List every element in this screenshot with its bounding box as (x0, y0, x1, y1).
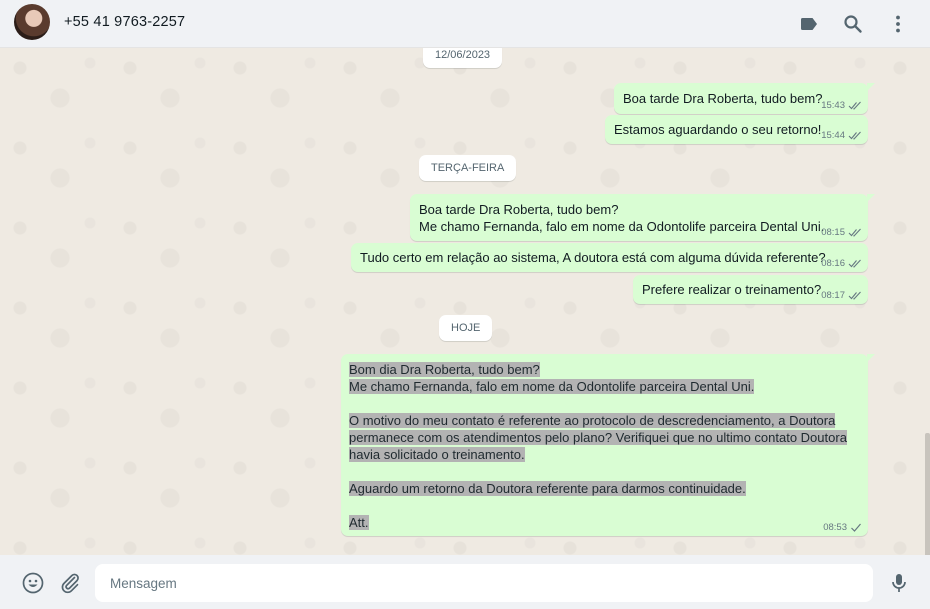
message-bubble[interactable]: Estamos aguardando o seu retorno! 15:44 (605, 115, 868, 144)
date-label: TERÇA-FEIRA (419, 155, 517, 181)
bubble-tail (867, 83, 875, 91)
bubble-tail (867, 354, 875, 362)
message-meta: 08:16 (821, 258, 862, 269)
message-text: Boa tarde Dra Roberta, tudo bem? (623, 91, 823, 106)
message-bubble[interactable]: Boa tarde Dra Roberta, tudo bem? Me cham… (410, 194, 875, 241)
double-check-icon (848, 101, 861, 110)
message-time: 08:17 (821, 290, 845, 301)
chat-header: +55 41 9763-2257 (0, 0, 930, 48)
message-line: Me chamo Fernanda, falo em nome da Odont… (349, 379, 755, 394)
message-text: Tudo certo em relação ao sistema, A dout… (360, 250, 826, 265)
message-time: 08:15 (821, 227, 845, 238)
message-bubble[interactable]: Tudo certo em relação ao sistema, A dout… (351, 243, 868, 272)
selected-message-text[interactable]: Bom dia Dra Roberta, tudo bem? Me chamo … (349, 361, 847, 531)
message-text: Boa tarde Dra Roberta, tudo bem? Me cham… (419, 202, 825, 234)
message-line: Bom dia Dra Roberta, tudo bem? (349, 362, 540, 377)
label-icon[interactable] (797, 12, 821, 36)
message-line: O motivo do meu contato é referente ao p… (349, 413, 836, 428)
message-meta: 08:15 (821, 227, 862, 238)
attach-icon[interactable] (58, 571, 82, 595)
message-time: 08:16 (821, 258, 845, 269)
single-check-icon (851, 523, 861, 532)
contact-name[interactable]: +55 41 9763-2257 (64, 14, 185, 30)
double-check-icon (848, 259, 861, 268)
double-check-icon (848, 228, 861, 237)
message-text: Estamos aguardando o seu retorno! (614, 122, 822, 137)
message-text: Prefere realizar o treinamento? (642, 282, 822, 297)
bubble-tail (867, 194, 875, 202)
message-line: Aguardo um retorno da Doutora referente … (349, 481, 746, 496)
message-bubble[interactable]: Prefere realizar o treinamento? 08:17 (633, 275, 868, 304)
double-check-icon (848, 131, 861, 140)
message-time: 15:44 (821, 130, 845, 141)
date-label: 12/06/2023 (423, 48, 503, 68)
message-meta: 08:17 (821, 290, 862, 301)
chat-messages[interactable]: 12/06/2023 Boa tarde Dra Roberta, tudo b… (0, 48, 930, 555)
date-label: HOJE (439, 315, 493, 341)
message-line: permanece com os atendimentos pelo plano… (349, 430, 847, 445)
message-meta: 15:44 (821, 130, 862, 141)
message-line: Att. (349, 515, 369, 530)
mic-icon[interactable] (887, 571, 911, 595)
chat-scrollbar[interactable] (925, 433, 930, 555)
double-check-icon (848, 291, 861, 300)
contact-avatar[interactable] (14, 4, 50, 40)
search-icon[interactable] (841, 12, 865, 36)
message-meta: 15:43 (821, 100, 862, 111)
message-time: 08:53 (823, 522, 847, 533)
message-bubble[interactable]: Boa tarde Dra Roberta, tudo bem? 15:43 (614, 83, 875, 114)
message-bubble[interactable]: Bom dia Dra Roberta, tudo bem? Me chamo … (341, 354, 875, 536)
message-meta: 08:53 (823, 522, 862, 533)
message-time: 15:43 (821, 100, 845, 111)
message-input[interactable] (95, 564, 873, 602)
message-line: havia solicitado o treinamento. (349, 447, 525, 462)
emoji-icon[interactable] (21, 571, 45, 595)
compose-bar (0, 555, 930, 609)
menu-icon[interactable] (886, 12, 910, 36)
